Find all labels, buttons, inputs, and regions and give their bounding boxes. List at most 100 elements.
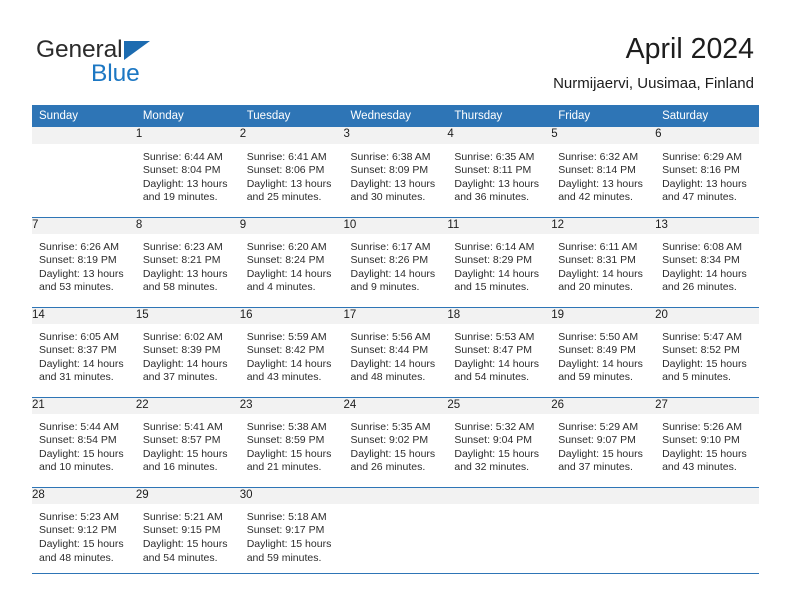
daylight-duration-line2: and 26 minutes. [662, 281, 737, 294]
day-number[interactable]: 17 [343, 306, 448, 324]
day-details: Sunrise: 5:29 AM Sunset: 9:07 PM Daylight:… [551, 414, 655, 487]
sunset-time: Sunset: 8:16 PM [662, 164, 740, 177]
daylight-duration-line1: Daylight: 15 hours [39, 538, 124, 550]
day-details: Sunrise: 6:11 AM Sunset: 8:31 PM Daylight:… [551, 234, 655, 307]
week-row: 21 22 23 24 25 26 27 [32, 396, 759, 414]
daylight-duration-line1: Daylight: 13 hours [454, 177, 540, 190]
day-number[interactable]: 4 [447, 127, 552, 144]
day-number[interactable]: 23 [239, 396, 344, 414]
sunset-time: Sunset: 8:57 PM [142, 434, 221, 447]
day-number[interactable]: 20 [655, 306, 759, 324]
day-number[interactable]: 28 [32, 486, 136, 504]
day-number[interactable]: 19 [551, 306, 656, 324]
sunrise-time: Sunrise: 5:44 AM [39, 420, 119, 433]
daylight-duration-line2: and 43 minutes. [662, 461, 737, 474]
day-number[interactable]: 22 [135, 396, 240, 414]
week-details-row: Sunrise: 6:44 AM Sunset: 8:04 PM Daylight:… [32, 144, 759, 217]
sunrise-time: Sunrise: 5:50 AM [558, 330, 639, 343]
day-details-empty [655, 504, 759, 577]
week-row: 14 15 16 17 18 19 20 [32, 306, 759, 324]
sunset-time: Sunset: 8:11 PM [454, 164, 532, 177]
sunset-time: Sunset: 8:09 PM [350, 164, 429, 177]
day-number[interactable]: 30 [239, 486, 344, 504]
daylight-duration-line2: and 25 minutes. [246, 191, 322, 204]
sunset-time: Sunset: 8:44 PM [350, 344, 429, 357]
day-number[interactable]: 29 [135, 486, 240, 504]
day-cell-empty [447, 486, 552, 504]
day-details: Sunrise: 6:32 AM Sunset: 8:14 PM Daylight:… [551, 144, 655, 217]
day-details: Sunrise: 5:23 AM Sunset: 9:12 PM Daylight:… [32, 504, 136, 577]
week-details-row: Sunrise: 5:23 AM Sunset: 9:12 PM Daylight:… [32, 504, 759, 577]
daylight-duration-line1: Daylight: 14 hours [662, 267, 747, 280]
sunrise-time: Sunrise: 6:02 AM [142, 330, 223, 343]
day-number[interactable]: 8 [135, 216, 240, 234]
calendar-bottom-rule [32, 573, 759, 575]
day-details: Sunrise: 6:44 AM Sunset: 8:04 PM Daylight:… [136, 144, 240, 217]
day-number[interactable]: 18 [447, 306, 552, 324]
day-number[interactable]: 1 [135, 127, 240, 144]
sunrise-time: Sunrise: 6:08 AM [662, 240, 743, 253]
sunset-time: Sunset: 8:37 PM [39, 344, 117, 357]
day-number[interactable]: 14 [32, 306, 136, 324]
daylight-duration-line1: Daylight: 14 hours [558, 357, 643, 370]
day-number[interactable]: 10 [343, 216, 448, 234]
daylight-duration-line1: Daylight: 13 hours [558, 177, 643, 190]
daylight-duration-line1: Daylight: 15 hours [662, 357, 747, 370]
general-blue-logo[interactable]: General Blue [36, 36, 266, 88]
daylight-duration-line2: and 48 minutes. [39, 551, 114, 564]
daylight-duration-line1: Daylight: 14 hours [350, 357, 436, 370]
weekday-header-wednesday: Wednesday [343, 105, 448, 127]
daylight-duration-line2: and 53 minutes. [39, 281, 114, 294]
sunrise-time: Sunrise: 6:32 AM [558, 150, 639, 163]
day-details: Sunrise: 6:26 AM Sunset: 8:19 PM Daylight:… [32, 234, 136, 307]
day-number[interactable]: 5 [551, 127, 656, 144]
daylight-duration-line2: and 31 minutes. [39, 371, 114, 384]
sunrise-time: Sunrise: 6:23 AM [142, 240, 223, 253]
sunset-time: Sunset: 8:52 PM [662, 344, 740, 357]
day-details: Sunrise: 6:23 AM Sunset: 8:21 PM Daylight:… [136, 234, 240, 307]
day-number[interactable]: 21 [32, 396, 136, 414]
day-details: Sunrise: 5:38 AM Sunset: 8:59 PM Daylight:… [240, 414, 344, 487]
daylight-duration-line2: and 10 minutes. [39, 461, 114, 474]
day-number[interactable]: 15 [135, 306, 240, 324]
page-subtitle: Nurmijaervi, Uusimaa, Finland [553, 75, 754, 92]
daylight-duration-line1: Daylight: 14 hours [350, 267, 436, 280]
daylight-duration-line1: Daylight: 15 hours [350, 447, 436, 460]
day-number[interactable]: 24 [343, 396, 448, 414]
sunrise-time: Sunrise: 6:29 AM [662, 150, 743, 163]
day-number[interactable]: 7 [32, 216, 136, 234]
daylight-duration-line2: and 36 minutes. [454, 191, 530, 204]
day-number[interactable]: 12 [551, 216, 656, 234]
sunrise-time: Sunrise: 5:35 AM [350, 420, 431, 433]
day-details-empty [344, 504, 448, 577]
sunrise-time: Sunrise: 6:41 AM [246, 150, 327, 163]
daylight-duration-line1: Daylight: 15 hours [246, 538, 332, 550]
day-number[interactable]: 11 [447, 216, 552, 234]
day-number[interactable]: 9 [239, 216, 344, 234]
day-number[interactable]: 3 [343, 127, 448, 144]
day-number[interactable]: 2 [239, 127, 344, 144]
sunrise-time: Sunrise: 5:32 AM [454, 420, 535, 433]
day-details: Sunrise: 5:32 AM Sunset: 9:04 PM Daylight:… [447, 414, 551, 487]
sunset-time: Sunset: 9:12 PM [39, 524, 117, 537]
sunrise-time: Sunrise: 5:18 AM [246, 510, 327, 523]
sunrise-time: Sunrise: 5:59 AM [246, 330, 327, 343]
calendar-body: 1 2 3 4 5 6 Sunrise: 6:44 AM Sunset: 8:04 PM Day… [32, 127, 759, 577]
day-number[interactable]: 26 [551, 396, 656, 414]
day-details: Sunrise: 6:14 AM Sunset: 8:29 PM Daylight:… [447, 234, 551, 307]
sunrise-time: Sunrise: 5:47 AM [662, 330, 743, 343]
day-number[interactable]: 16 [239, 306, 344, 324]
sunset-time: Sunset: 8:29 PM [454, 254, 533, 267]
daylight-duration-line2: and 37 minutes. [558, 461, 633, 474]
sunrise-time: Sunrise: 6:35 AM [454, 150, 535, 163]
sunset-time: Sunset: 8:24 PM [246, 254, 325, 267]
day-details: Sunrise: 5:53 AM Sunset: 8:47 PM Daylight:… [447, 324, 551, 397]
sunset-time: Sunset: 8:42 PM [246, 344, 325, 357]
sunrise-time: Sunrise: 6:26 AM [39, 240, 119, 253]
day-number[interactable]: 13 [655, 216, 759, 234]
daylight-duration-line2: and 30 minutes. [350, 191, 426, 204]
sunrise-time: Sunrise: 6:38 AM [350, 150, 431, 163]
day-number[interactable]: 25 [447, 396, 552, 414]
day-number[interactable]: 27 [655, 396, 759, 414]
day-number[interactable]: 6 [655, 127, 759, 144]
